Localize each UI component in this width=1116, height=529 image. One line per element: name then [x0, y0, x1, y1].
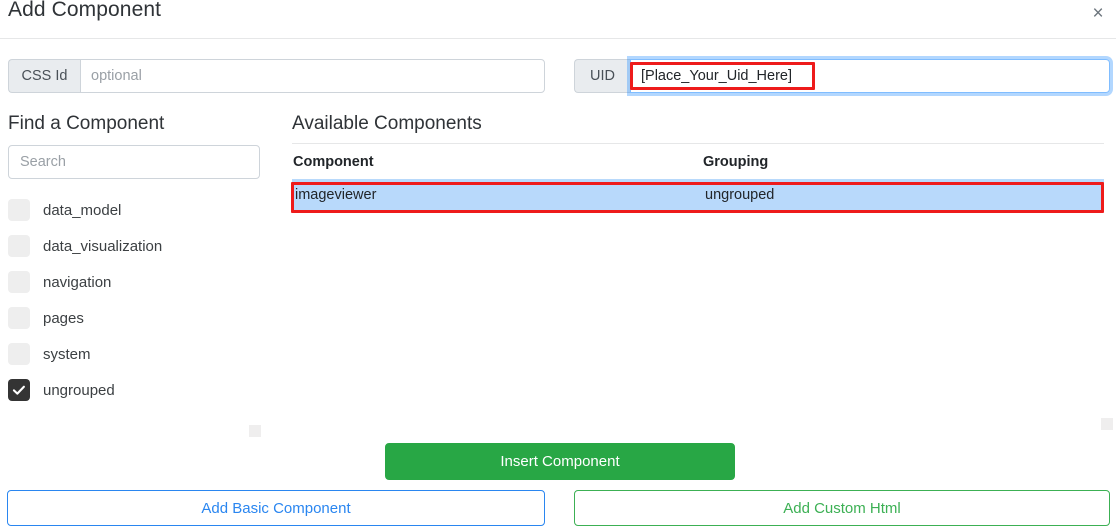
add-basic-component-button[interactable]: Add Basic Component — [7, 490, 545, 526]
css-id-input-group: CSS Id — [8, 59, 545, 93]
css-id-input[interactable] — [80, 59, 545, 93]
available-components-table: Component Grouping imageviewer ungrouped — [292, 148, 1104, 210]
column-header-grouping: Grouping — [703, 154, 769, 170]
group-filter-item-navigation[interactable]: navigation — [8, 264, 260, 300]
find-a-component-heading: Find a Component — [8, 113, 165, 134]
uid-input-group: UID — [574, 59, 1110, 93]
group-filter-list: data_model data_visualization navigation pa… — [8, 192, 260, 408]
checkbox-unchecked-icon[interactable] — [8, 235, 30, 257]
group-filter-label: navigation — [43, 273, 112, 291]
uid-label: UID — [574, 59, 630, 93]
checkbox-unchecked-icon[interactable] — [8, 343, 30, 365]
cell-component: imageviewer — [292, 179, 702, 210]
uid-input[interactable] — [630, 59, 1110, 93]
checkbox-unchecked-icon[interactable] — [8, 271, 30, 293]
close-icon[interactable]: × — [1085, 0, 1111, 26]
add-component-dialog: Add Component × CSS Id UID Find a Compon… — [0, 0, 1116, 529]
group-filter-item-pages[interactable]: pages — [8, 300, 260, 336]
uid-focus-ring — [630, 59, 1110, 93]
checkbox-unchecked-icon[interactable] — [8, 199, 30, 221]
add-custom-html-button[interactable]: Add Custom Html — [574, 490, 1110, 526]
group-filter-label: ungrouped — [43, 381, 115, 399]
insert-component-button[interactable]: Insert Component — [385, 443, 735, 480]
group-filter-item-system[interactable]: system — [8, 336, 260, 372]
checkbox-checked-icon[interactable] — [8, 379, 30, 401]
group-filter-label: data_model — [43, 201, 122, 219]
group-filter-item-data_visualization[interactable]: data_visualization — [8, 228, 260, 264]
search-input[interactable] — [8, 145, 260, 179]
available-components-divider — [292, 143, 1104, 144]
cell-grouping: ungrouped — [702, 179, 1104, 210]
group-filter-label: pages — [43, 309, 84, 327]
table-header-row: Component Grouping — [292, 148, 1104, 179]
dialog-title: Add Component — [8, 0, 162, 21]
table-body: imageviewer ungrouped — [292, 179, 1104, 210]
group-filter-label: data_visualization — [43, 237, 163, 255]
group-filter-item-data_model[interactable]: data_model — [8, 192, 260, 228]
resize-handle-right[interactable] — [1101, 418, 1113, 430]
column-header-component: Component — [293, 154, 374, 170]
checkbox-unchecked-icon[interactable] — [8, 307, 30, 329]
css-id-label: CSS Id — [8, 59, 80, 93]
available-components-heading: Available Components — [292, 113, 482, 134]
table-row[interactable]: imageviewer ungrouped — [292, 179, 1104, 210]
resize-handle-left[interactable] — [249, 425, 261, 437]
table-header: Component Grouping — [292, 148, 1104, 179]
group-filter-label: system — [43, 345, 91, 363]
header-divider — [0, 38, 1116, 39]
group-filter-item-ungrouped[interactable]: ungrouped — [8, 372, 260, 408]
